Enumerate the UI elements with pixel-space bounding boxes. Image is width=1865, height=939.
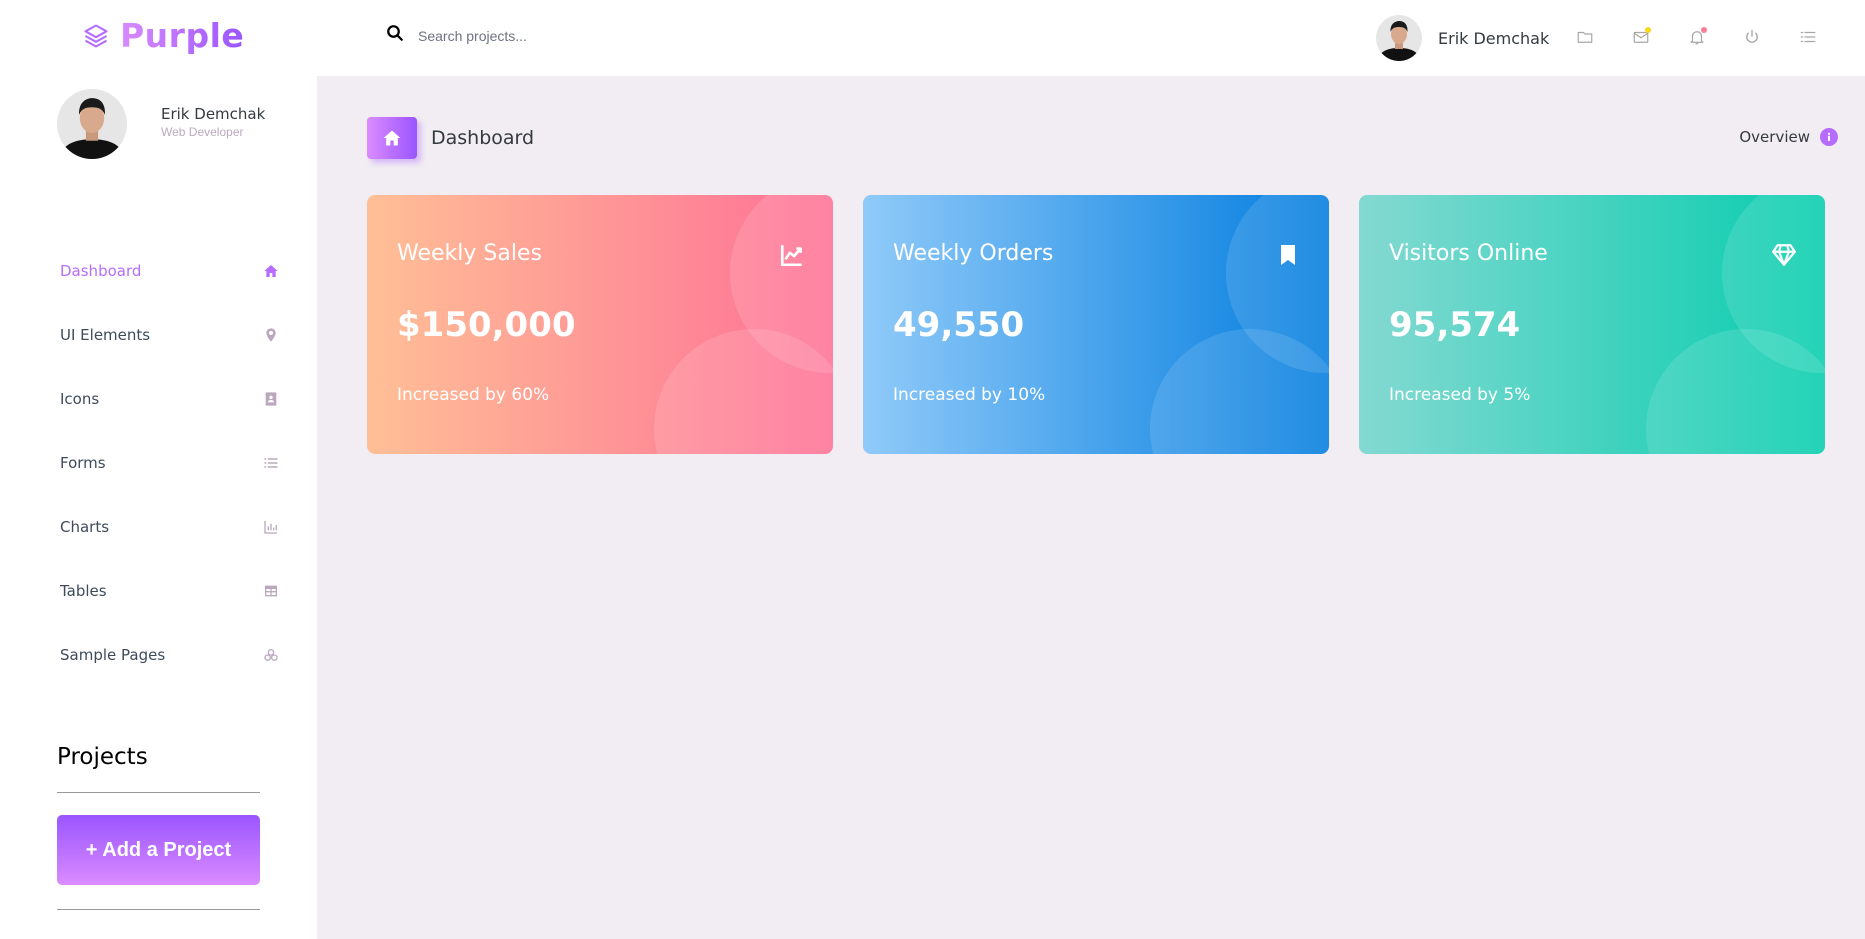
sidebar-item-ui-elements[interactable]: UI Elements	[60, 303, 280, 367]
map-pin-icon	[262, 326, 280, 344]
weekly-orders-card: Weekly Orders 49,550 Increased by 10%	[863, 195, 1329, 454]
projects-heading: Projects	[57, 744, 148, 770]
card-subtitle: Increased by 5%	[1389, 385, 1531, 405]
list-icon[interactable]	[1797, 26, 1819, 48]
overview-label: Overview	[1739, 128, 1810, 146]
chart-icon	[262, 518, 280, 536]
sidebar-item-label: Sample Pages	[60, 646, 166, 664]
search-bar	[386, 24, 718, 47]
power-icon[interactable]	[1741, 26, 1763, 48]
top-navbar: Purple Erik Demchak	[0, 0, 1865, 76]
contacts-icon	[262, 390, 280, 408]
page-title: Dashboard	[431, 127, 535, 149]
sidebar-username: Erik Demchak	[161, 105, 266, 123]
sidebar-item-label: Forms	[60, 454, 106, 472]
info-icon	[1820, 128, 1838, 146]
search-input[interactable]	[418, 27, 718, 44]
visitors-online-card: Visitors Online 95,574 Increased by 5%	[1359, 195, 1825, 454]
card-subtitle: Increased by 60%	[397, 385, 550, 405]
card-value: 49,550	[893, 305, 1025, 345]
avatar	[57, 89, 127, 159]
overview-link[interactable]: Overview	[1739, 128, 1838, 146]
sidebar-user-role: Web Developer	[161, 125, 244, 139]
sidebar: Erik Demchak Web Developer Dashboard UI …	[0, 76, 317, 939]
decorative-circle	[654, 329, 833, 454]
home-icon	[262, 262, 280, 280]
diamond-icon	[1770, 241, 1798, 269]
sidebar-item-label: Tables	[60, 582, 107, 600]
sidebar-nav: Dashboard UI Elements Icons Forms Charts…	[60, 239, 280, 687]
decorative-circle	[1646, 329, 1825, 454]
avatar	[1376, 15, 1422, 61]
folder-icon[interactable]	[1574, 26, 1596, 48]
sidebar-item-tables[interactable]: Tables	[60, 559, 280, 623]
mail-icon[interactable]	[1630, 26, 1652, 48]
sidebar-item-forms[interactable]: Forms	[60, 431, 280, 495]
sidebar-item-dashboard[interactable]: Dashboard	[60, 239, 280, 303]
weekly-sales-card: Weekly Sales $150,000 Increased by 60%	[367, 195, 833, 454]
sidebar-item-label: Dashboard	[60, 262, 142, 280]
navbar-username: Erik Demchak	[1438, 28, 1550, 48]
medical-bag-icon	[262, 646, 280, 664]
card-value: $150,000	[397, 305, 576, 345]
divider	[57, 792, 260, 793]
sidebar-item-label: UI Elements	[60, 326, 151, 344]
divider	[57, 909, 260, 910]
mail-notification-dot	[1645, 27, 1651, 33]
layers-icon	[82, 22, 110, 50]
home-icon	[367, 117, 417, 159]
add-project-button[interactable]: + Add a Project	[57, 815, 260, 885]
chart-line-icon	[778, 241, 806, 269]
bookmark-icon	[1274, 241, 1302, 269]
sidebar-profile[interactable]: Erik Demchak Web Developer	[57, 89, 265, 159]
card-title: Weekly Orders	[893, 241, 1054, 266]
brand-name: Purple	[120, 16, 245, 55]
decorative-circle	[1150, 329, 1329, 454]
search-icon[interactable]	[386, 24, 404, 47]
card-value: 95,574	[1389, 305, 1521, 345]
card-subtitle: Increased by 10%	[893, 385, 1046, 405]
page-header: Dashboard	[367, 117, 534, 159]
navbar-profile-dropdown[interactable]: Erik Demchak	[1376, 15, 1549, 61]
format-list-icon	[262, 454, 280, 472]
brand-logo-link[interactable]: Purple	[82, 16, 244, 55]
sidebar-item-charts[interactable]: Charts	[60, 495, 280, 559]
bell-icon[interactable]	[1686, 26, 1708, 48]
sidebar-item-sample-pages[interactable]: Sample Pages	[60, 623, 280, 687]
bell-notification-dot	[1701, 27, 1707, 33]
table-icon	[262, 582, 280, 600]
sidebar-item-icons[interactable]: Icons	[60, 367, 280, 431]
card-title: Visitors Online	[1389, 241, 1548, 266]
sidebar-item-label: Charts	[60, 518, 110, 536]
sidebar-item-label: Icons	[60, 390, 100, 408]
card-title: Weekly Sales	[397, 241, 542, 266]
